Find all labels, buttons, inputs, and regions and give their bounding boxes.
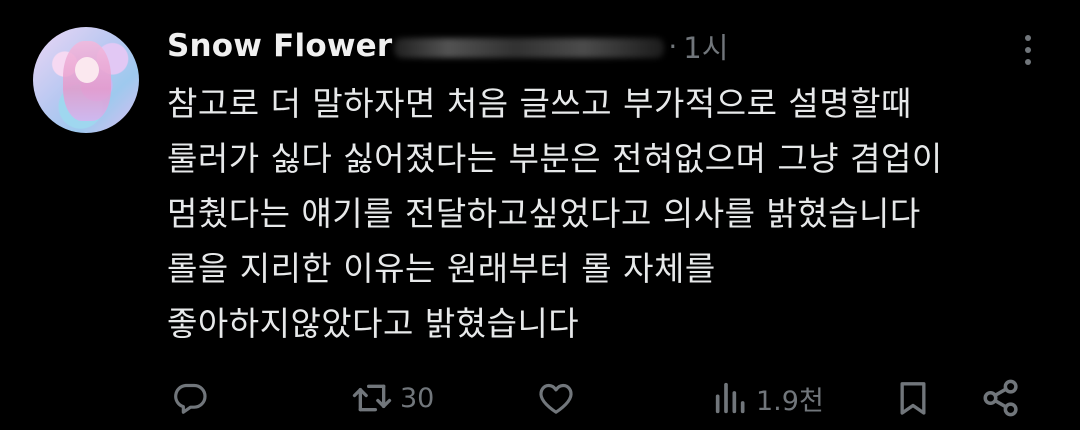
blurred-handle	[394, 38, 665, 58]
repost-button[interactable]: 30	[350, 370, 434, 426]
views-count: 1.9천	[756, 385, 824, 417]
post-text: 참고로 더 말하자면 처음 글쓰고 부가적으로 설명할때 룰러가 싫다 싫어졌다…	[167, 76, 1047, 351]
more-dot	[1025, 35, 1031, 41]
avatar-face	[75, 57, 99, 83]
more-dot	[1025, 47, 1031, 53]
views-button[interactable]: 1.9천	[712, 370, 824, 426]
repost-count: 30	[400, 382, 435, 414]
post-text-line: 참고로 더 말하자면 처음 글쓰고 부가적으로 설명할때	[167, 84, 912, 123]
more-dot	[1025, 59, 1031, 65]
bookmark-icon	[900, 382, 926, 415]
reply-button[interactable]	[170, 370, 210, 426]
reply-icon	[174, 383, 207, 414]
share-icon	[983, 379, 1018, 417]
share-button[interactable]	[980, 370, 1022, 426]
post-text-line: 룰러가 싫다 싫어졌다는 부분은 전혀없으며 그냥 겸업이	[167, 139, 943, 178]
post-time[interactable]: 1시	[683, 25, 728, 67]
views-icon	[715, 382, 745, 414]
action-bar: 30 1.9천	[0, 370, 1080, 426]
avatar[interactable]	[33, 27, 139, 133]
heart-icon	[539, 383, 573, 414]
separator-dot: ·	[668, 29, 678, 63]
more-options-icon[interactable]	[1013, 30, 1043, 70]
post-text-line: 롤을 지리한 이유는 원래부터 롤 자체를	[167, 249, 716, 288]
post-text-line: 멈췄다는 얘기를 전달하고싶었다고 의사를 밝혔습니다	[167, 194, 921, 233]
like-button[interactable]	[535, 370, 577, 426]
repost-icon	[352, 384, 392, 412]
post: Snow Flower · 1시 참고로 더 말하자면 처음 글쓰고 부가적으로…	[0, 0, 1080, 430]
post-text-line: 좋아하지않았다고 밝혔습니다	[167, 304, 580, 343]
author-name[interactable]: Snow Flower	[167, 28, 392, 64]
post-header: Snow Flower · 1시	[167, 22, 728, 70]
bookmark-button[interactable]	[893, 370, 933, 426]
